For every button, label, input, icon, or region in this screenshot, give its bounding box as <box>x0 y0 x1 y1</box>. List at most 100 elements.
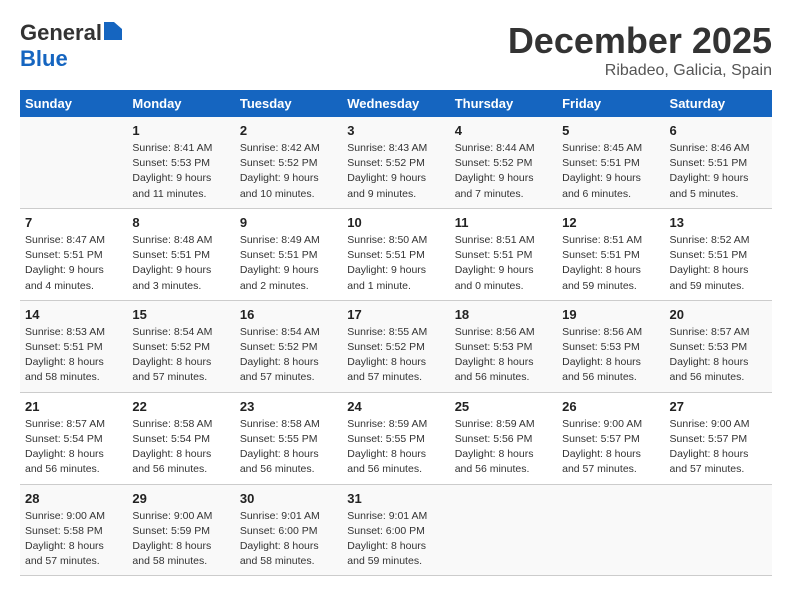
calendar-cell: 11 Sunrise: 8:51 AMSunset: 5:51 PMDayligh… <box>450 208 557 300</box>
title-block: December 2025 Ribadeo, Galicia, Spain <box>508 20 772 80</box>
day-number: 24 <box>347 399 444 414</box>
calendar-cell <box>450 484 557 576</box>
calendar-week-2: 7 Sunrise: 8:47 AMSunset: 5:51 PMDaylight… <box>20 208 772 300</box>
day-info: Sunrise: 8:46 AMSunset: 5:51 PMDaylight:… <box>670 141 767 202</box>
day-of-week-thursday: Thursday <box>450 90 557 117</box>
day-number: 22 <box>132 399 229 414</box>
day-info: Sunrise: 8:51 AMSunset: 5:51 PMDaylight:… <box>562 233 659 294</box>
calendar-week-4: 21Sunrise: 8:57 AMSunset: 5:54 PMDayligh… <box>20 392 772 484</box>
calendar-cell: 14 Sunrise: 8:53 AMSunset: 5:51 PMDayligh… <box>20 300 127 392</box>
calendar-cell: 5 Sunrise: 8:45 AMSunset: 5:51 PMDaylight… <box>557 117 664 208</box>
day-number: 23 <box>240 399 337 414</box>
day-info: Sunrise: 9:00 AMSunset: 5:59 PMDaylight:… <box>132 509 229 570</box>
day-info: Sunrise: 9:00 AMSunset: 5:57 PMDaylight:… <box>670 417 767 478</box>
calendar-cell: 19Sunrise: 8:56 AMSunset: 5:53 PMDayligh… <box>557 300 664 392</box>
calendar-cell: 18 Sunrise: 8:56 AMSunset: 5:53 PMDayligh… <box>450 300 557 392</box>
day-number: 30 <box>240 491 337 506</box>
day-info: Sunrise: 8:51 AMSunset: 5:51 PMDaylight:… <box>455 233 552 294</box>
day-number: 29 <box>132 491 229 506</box>
calendar-cell: 30 Sunrise: 9:01 AMSunset: 6:00 PMDayligh… <box>235 484 342 576</box>
calendar-cell: 25Sunrise: 8:59 AMSunset: 5:56 PMDayligh… <box>450 392 557 484</box>
day-number: 12 <box>562 215 659 230</box>
logo-icon <box>104 22 122 40</box>
day-number: 27 <box>670 399 767 414</box>
day-info: Sunrise: 9:01 AMSunset: 6:00 PMDaylight:… <box>347 509 444 570</box>
location: Ribadeo, Galicia, Spain <box>508 62 772 80</box>
day-info: Sunrise: 8:44 AMSunset: 5:52 PMDaylight:… <box>455 141 552 202</box>
day-number: 9 <box>240 215 337 230</box>
calendar-week-3: 14 Sunrise: 8:53 AMSunset: 5:51 PMDayligh… <box>20 300 772 392</box>
calendar-cell: 9 Sunrise: 8:49 AMSunset: 5:51 PMDaylight… <box>235 208 342 300</box>
day-info: Sunrise: 8:58 AMSunset: 5:54 PMDaylight:… <box>132 417 229 478</box>
logo-blue: Blue <box>20 46 68 71</box>
calendar-week-5: 28 Sunrise: 9:00 AMSunset: 5:58 PMDayligh… <box>20 484 772 576</box>
day-info: Sunrise: 8:55 AMSunset: 5:52 PMDaylight:… <box>347 325 444 386</box>
calendar-cell: 13 Sunrise: 8:52 AMSunset: 5:51 PMDayligh… <box>665 208 772 300</box>
day-number: 14 <box>25 307 122 322</box>
calendar-cell: 23 Sunrise: 8:58 AMSunset: 5:55 PMDayligh… <box>235 392 342 484</box>
day-number: 2 <box>240 123 337 138</box>
day-info: Sunrise: 9:00 AMSunset: 5:57 PMDaylight:… <box>562 417 659 478</box>
day-number: 16 <box>240 307 337 322</box>
day-number: 10 <box>347 215 444 230</box>
calendar-cell: 28 Sunrise: 9:00 AMSunset: 5:58 PMDayligh… <box>20 484 127 576</box>
day-of-week-wednesday: Wednesday <box>342 90 449 117</box>
day-info: Sunrise: 8:43 AMSunset: 5:52 PMDaylight:… <box>347 141 444 202</box>
day-info: Sunrise: 8:54 AMSunset: 5:52 PMDaylight:… <box>240 325 337 386</box>
day-of-week-saturday: Saturday <box>665 90 772 117</box>
day-of-week-monday: Monday <box>127 90 234 117</box>
calendar-cell: 4 Sunrise: 8:44 AMSunset: 5:52 PMDaylight… <box>450 117 557 208</box>
calendar-cell: 1 Sunrise: 8:41 AMSunset: 5:53 PMDaylight… <box>127 117 234 208</box>
day-info: Sunrise: 8:53 AMSunset: 5:51 PMDaylight:… <box>25 325 122 386</box>
logo-general: General <box>20 20 102 46</box>
calendar-cell: 10Sunrise: 8:50 AMSunset: 5:51 PMDayligh… <box>342 208 449 300</box>
calendar-cell: 8Sunrise: 8:48 AMSunset: 5:51 PMDaylight… <box>127 208 234 300</box>
day-number: 15 <box>132 307 229 322</box>
day-number: 21 <box>25 399 122 414</box>
day-info: Sunrise: 8:42 AMSunset: 5:52 PMDaylight:… <box>240 141 337 202</box>
day-number: 19 <box>562 307 659 322</box>
calendar-week-1: 1 Sunrise: 8:41 AMSunset: 5:53 PMDaylight… <box>20 117 772 208</box>
day-info: Sunrise: 9:00 AMSunset: 5:58 PMDaylight:… <box>25 509 122 570</box>
calendar-cell: 26Sunrise: 9:00 AMSunset: 5:57 PMDayligh… <box>557 392 664 484</box>
day-number: 11 <box>455 215 552 230</box>
month-title: December 2025 <box>508 20 772 62</box>
day-of-week-sunday: Sunday <box>20 90 127 117</box>
day-info: Sunrise: 8:49 AMSunset: 5:51 PMDaylight:… <box>240 233 337 294</box>
day-number: 4 <box>455 123 552 138</box>
day-number: 5 <box>562 123 659 138</box>
day-number: 25 <box>455 399 552 414</box>
day-number: 13 <box>670 215 767 230</box>
calendar-cell: 22 Sunrise: 8:58 AMSunset: 5:54 PMDayligh… <box>127 392 234 484</box>
calendar-cell: 16 Sunrise: 8:54 AMSunset: 5:52 PMDayligh… <box>235 300 342 392</box>
day-info: Sunrise: 8:57 AMSunset: 5:53 PMDaylight:… <box>670 325 767 386</box>
day-info: Sunrise: 8:47 AMSunset: 5:51 PMDaylight:… <box>25 233 122 294</box>
day-info: Sunrise: 9:01 AMSunset: 6:00 PMDaylight:… <box>240 509 337 570</box>
calendar-cell: 2 Sunrise: 8:42 AMSunset: 5:52 PMDaylight… <box>235 117 342 208</box>
day-number: 28 <box>25 491 122 506</box>
day-number: 7 <box>25 215 122 230</box>
day-info: Sunrise: 8:58 AMSunset: 5:55 PMDaylight:… <box>240 417 337 478</box>
day-number: 3 <box>347 123 444 138</box>
calendar-cell: 24 Sunrise: 8:59 AMSunset: 5:55 PMDayligh… <box>342 392 449 484</box>
calendar-cell: 17Sunrise: 8:55 AMSunset: 5:52 PMDayligh… <box>342 300 449 392</box>
day-number: 6 <box>670 123 767 138</box>
day-number: 18 <box>455 307 552 322</box>
day-number: 20 <box>670 307 767 322</box>
day-number: 1 <box>132 123 229 138</box>
calendar-cell: 7 Sunrise: 8:47 AMSunset: 5:51 PMDaylight… <box>20 208 127 300</box>
calendar-cell: 12 Sunrise: 8:51 AMSunset: 5:51 PMDayligh… <box>557 208 664 300</box>
calendar-cell <box>20 117 127 208</box>
day-info: Sunrise: 8:52 AMSunset: 5:51 PMDaylight:… <box>670 233 767 294</box>
calendar-cell <box>557 484 664 576</box>
calendar-cell: 6 Sunrise: 8:46 AMSunset: 5:51 PMDaylight… <box>665 117 772 208</box>
day-info: Sunrise: 8:56 AMSunset: 5:53 PMDaylight:… <box>455 325 552 386</box>
day-info: Sunrise: 8:59 AMSunset: 5:55 PMDaylight:… <box>347 417 444 478</box>
day-info: Sunrise: 8:45 AMSunset: 5:51 PMDaylight:… <box>562 141 659 202</box>
day-info: Sunrise: 8:54 AMSunset: 5:52 PMDaylight:… <box>132 325 229 386</box>
logo: General Blue <box>20 20 122 72</box>
day-info: Sunrise: 8:41 AMSunset: 5:53 PMDaylight:… <box>132 141 229 202</box>
calendar-header-row: SundayMondayTuesdayWednesdayThursdayFrid… <box>20 90 772 117</box>
page-header: General Blue December 2025 Ribadeo, Gali… <box>20 20 772 80</box>
day-number: 31 <box>347 491 444 506</box>
